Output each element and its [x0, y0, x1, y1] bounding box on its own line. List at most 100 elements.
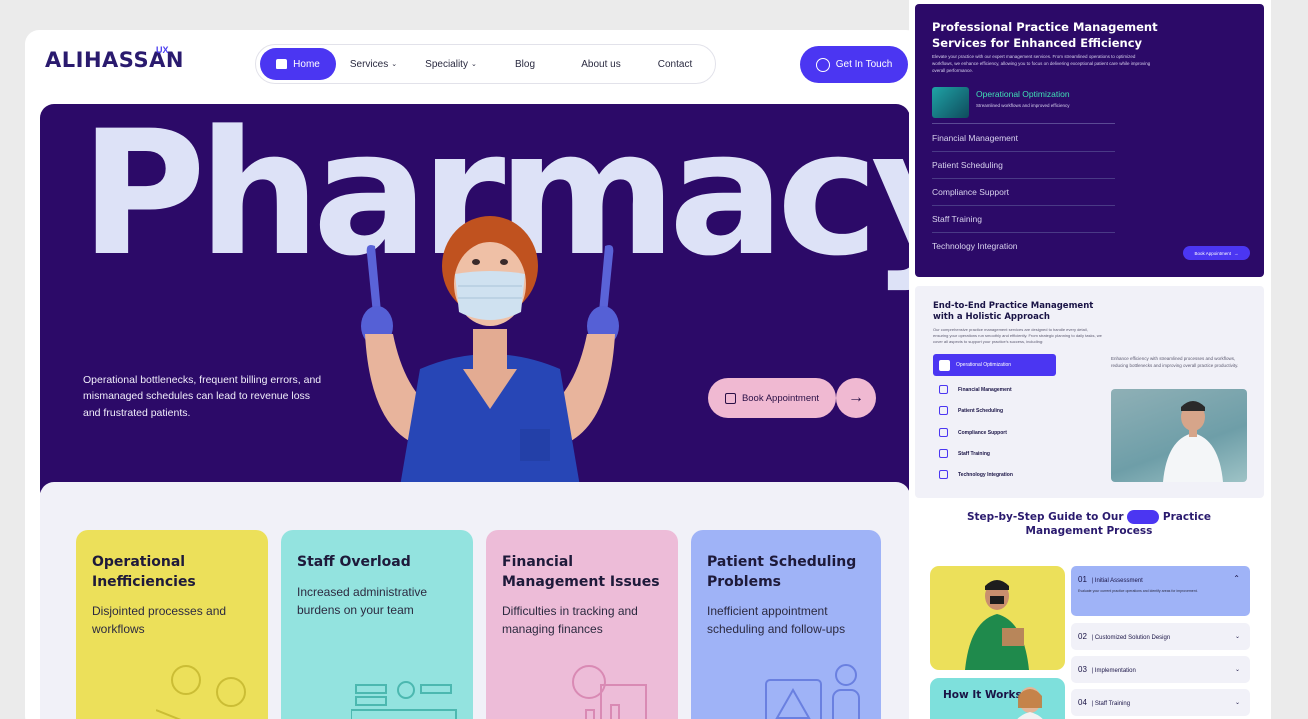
- team-pill-image: [1127, 510, 1160, 524]
- step-label: Implementation: [1094, 668, 1136, 674]
- service-active-label: Operational Optimization: [976, 89, 1070, 99]
- card-title: Patient Scheduling Problems: [707, 554, 857, 590]
- nav-about-label: About us: [581, 58, 621, 70]
- problem-card[interactable]: Patient Scheduling Problems Inefficient …: [691, 530, 881, 719]
- chevron-down-icon: ⌄: [1234, 634, 1240, 640]
- holistic-title: End-to-End Practice Management with a Ho…: [933, 301, 1094, 323]
- service-active-subtitle: Streamlined workflows and improved effic…: [976, 103, 1070, 108]
- step-description: Evaluate your current practice operation…: [1078, 589, 1198, 593]
- accordion-header: 04 | Staff Training: [1078, 698, 1131, 707]
- service-item[interactable]: Patient Scheduling: [932, 152, 1115, 179]
- accordion-item-open[interactable]: 01 | Initial Assessment Evaluate your cu…: [1071, 566, 1250, 616]
- holistic-panel: End-to-End Practice Management with a Ho…: [915, 286, 1264, 498]
- holistic-tab[interactable]: Patient Scheduling: [933, 400, 1056, 421]
- finance-chart-icon: [572, 665, 647, 719]
- panel-book-appointment-button[interactable]: Book Appointment →: [1183, 246, 1250, 260]
- get-in-touch-button[interactable]: Get In Touch: [800, 46, 908, 83]
- arrow-right-icon: →: [848, 389, 864, 406]
- step-number: 02: [1078, 632, 1087, 641]
- service-item[interactable]: Compliance Support: [932, 179, 1115, 206]
- accordion-header: 01 | Initial Assessment: [1078, 575, 1143, 584]
- services-description: Elevate your practice with our expert ma…: [932, 54, 1151, 73]
- arrow-right-button[interactable]: →: [836, 378, 876, 418]
- home-icon: [276, 59, 288, 69]
- card-body: Inefficient appointment scheduling and f…: [707, 604, 846, 637]
- problem-card[interactable]: Operational Inefficiencies Disjointed pr…: [76, 530, 268, 719]
- service-item[interactable]: Technology Integration: [932, 233, 1115, 260]
- nav-services[interactable]: Services ⌄: [336, 48, 411, 80]
- pharmacist-photo: [361, 216, 619, 504]
- holistic-tab[interactable]: Technology Integration: [933, 464, 1056, 485]
- steps-title-part1: Step-by-Step Guide to Our: [966, 511, 1124, 523]
- nav-contact[interactable]: Contact: [643, 48, 707, 80]
- step-number: 01: [1078, 575, 1087, 584]
- holistic-tab-label: Compliance Support: [958, 429, 1007, 436]
- problem-card[interactable]: Financial Management Issues Difficulties…: [486, 530, 678, 719]
- training-icon: [939, 449, 948, 458]
- accordion-header: 03 | Implementation: [1078, 665, 1136, 674]
- accordion-item[interactable]: 04 | Staff Training ⌄: [1071, 689, 1250, 716]
- holistic-tab[interactable]: Compliance Support: [933, 422, 1056, 443]
- accordion-item[interactable]: 03 | Implementation ⌄: [1071, 656, 1250, 683]
- card-title: Financial Management Issues: [502, 554, 660, 590]
- holistic-tab[interactable]: Staff Training: [933, 443, 1056, 464]
- paperwork-stack-icon: [351, 681, 457, 719]
- nav-services-label: Services: [349, 58, 389, 70]
- accordion-item[interactable]: 02 | Customized Solution Design ⌄: [1071, 623, 1250, 650]
- calendar-icon: [724, 392, 736, 404]
- holistic-side-text: Enhance efficiency with streamlined proc…: [1111, 356, 1239, 368]
- service-thumbnail: [932, 87, 969, 118]
- logo-superscript: UX: [156, 45, 169, 55]
- accordion-header: 02 | Customized Solution Design: [1078, 632, 1171, 641]
- nav-speciality[interactable]: Speciality ⌄: [411, 48, 491, 80]
- gears-icon: [156, 665, 246, 719]
- nav-about[interactable]: About us: [559, 48, 643, 80]
- secondary-page: Professional Practice Management Service…: [909, 0, 1271, 719]
- services-panel: Professional Practice Management Service…: [915, 4, 1264, 277]
- logo[interactable]: ALIHASSAN UX: [45, 45, 184, 72]
- step-label: Customized Solution Design: [1094, 635, 1171, 641]
- nav-blog[interactable]: Blog: [491, 48, 559, 80]
- chevron-up-icon: ⌃: [1233, 574, 1240, 583]
- nav-speciality-label: Speciality: [425, 58, 468, 70]
- holistic-tab-label: Operational Optimization: [956, 362, 1012, 368]
- arrow-right-icon: →: [1234, 250, 1239, 256]
- chevron-down-icon: ⌄: [1234, 700, 1240, 706]
- nav-home-label: Home: [293, 58, 320, 70]
- card-title: Staff Overload: [297, 554, 411, 570]
- user-icon: [815, 57, 830, 72]
- get-in-touch-label: Get In Touch: [835, 59, 893, 70]
- problem-card[interactable]: Staff Overload Increased administrative …: [281, 530, 473, 719]
- step-number: 04: [1078, 698, 1087, 707]
- card-title: Operational Inefficiencies: [92, 554, 196, 590]
- holistic-tab-active[interactable]: Operational Optimization: [933, 354, 1056, 376]
- gear-icon: [939, 470, 948, 479]
- holistic-tab-label: Financial Management: [958, 386, 1012, 393]
- steps-title: Step-by-Step Guide to Our Practice Manag…: [959, 510, 1219, 538]
- how-it-works-card: How It Works?: [930, 678, 1065, 719]
- chevron-down-icon: ⌄: [1234, 667, 1240, 673]
- compliance-icon: [939, 428, 948, 437]
- finance-icon: [939, 385, 948, 394]
- holistic-tab-label: Technology Integration: [958, 471, 1013, 478]
- panel-book-label: Book Appointment: [1194, 250, 1232, 256]
- service-item[interactable]: Staff Training: [932, 206, 1115, 233]
- doctor-photo: [1111, 389, 1247, 482]
- book-appointment-button[interactable]: Book Appointment: [708, 378, 836, 418]
- chevron-down-icon: ⌄: [391, 61, 398, 68]
- holistic-tab-label: Staff Training: [958, 450, 990, 457]
- service-item-active[interactable]: Operational Optimization Streamlined wor…: [932, 84, 1115, 124]
- optimization-icon: [939, 359, 950, 371]
- service-item[interactable]: Financial Management: [932, 125, 1115, 152]
- book-appointment-label: Book Appointment: [741, 392, 820, 404]
- nav-home[interactable]: Home: [260, 48, 336, 80]
- holistic-tab[interactable]: Financial Management: [933, 379, 1056, 400]
- card-body: Difficulties in tracking and managing fi…: [502, 604, 638, 637]
- calendar-warning-icon: [765, 664, 860, 719]
- problems-section: Operational Inefficiencies Disjointed pr…: [40, 482, 910, 719]
- holistic-description: Our comprehensive practice management se…: [933, 327, 1102, 345]
- hero-section: Pharmacy Operational bottlenecks, freque…: [40, 104, 910, 504]
- step-label: Initial Assessment: [1094, 578, 1143, 584]
- scheduling-icon: [939, 406, 948, 415]
- main-page: ALIHASSAN UX Home Services ⌄ Speciality …: [25, 30, 920, 719]
